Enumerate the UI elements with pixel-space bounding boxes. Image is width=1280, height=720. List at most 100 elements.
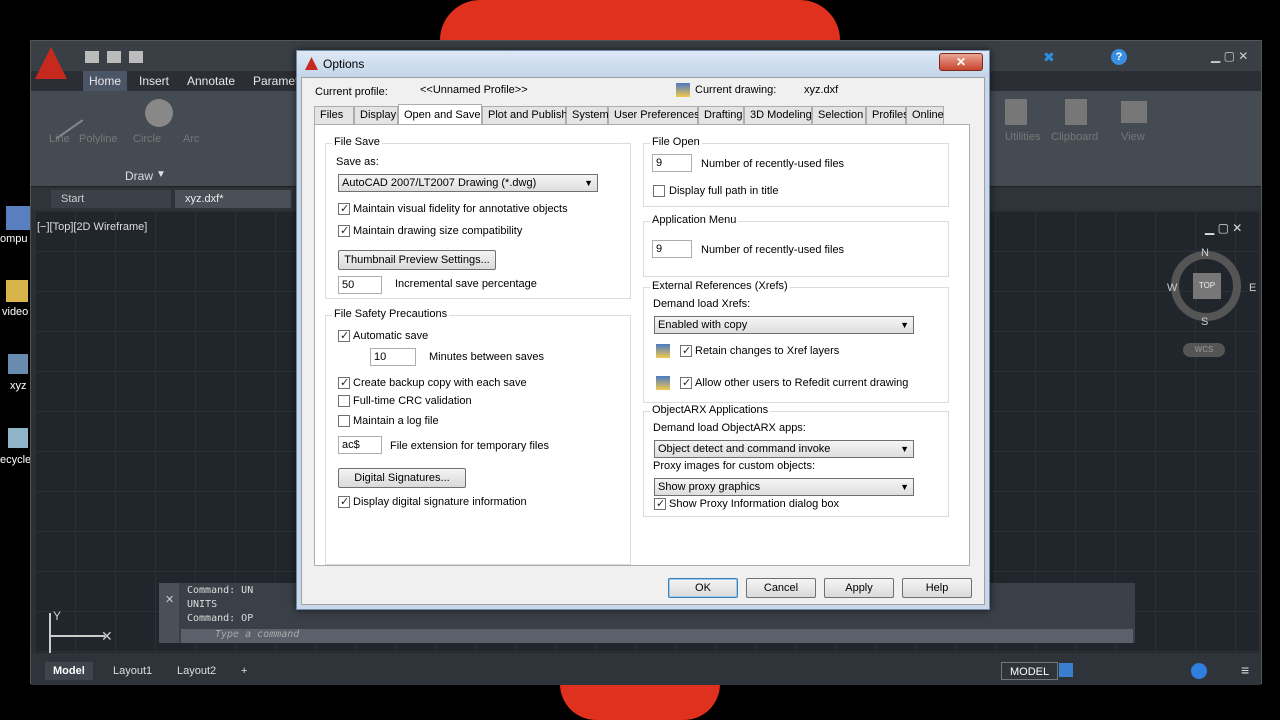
visual-fidelity-checkbox[interactable] <box>338 202 350 215</box>
tab-display[interactable]: Display <box>354 106 398 125</box>
show-proxy-dialog-checkbox[interactable] <box>654 497 666 510</box>
window-controls[interactable]: ▁ ▢ ✕ <box>1211 49 1251 65</box>
save-as-select[interactable]: AutoCAD 2007/LT2007 Drawing (*.dwg) ▼ <box>338 174 598 192</box>
backup-copy-checkbox[interactable] <box>338 376 350 389</box>
tab-drafting[interactable]: Drafting <box>698 106 744 125</box>
autocad-logo-icon[interactable] <box>35 47 67 79</box>
crc-validation-label[interactable]: Full-time CRC validation <box>353 395 472 407</box>
display-signature-label[interactable]: Display digital signature information <box>353 496 527 508</box>
tab-files[interactable]: Files <box>314 106 354 125</box>
open-file-icon[interactable] <box>107 51 121 63</box>
tab-home[interactable]: Home <box>83 71 128 91</box>
doc-tab-xyz[interactable]: xyz.dxf* <box>175 190 291 208</box>
ucs-icon-x-label: ✕ <box>101 628 113 644</box>
file-open-recent-input[interactable]: 9 <box>652 154 692 172</box>
current-drawing-label: Current drawing: <box>695 84 777 96</box>
help-button[interactable]: Help <box>902 578 972 598</box>
tab-3d-modeling[interactable]: 3D Modeling <box>744 106 812 125</box>
crc-validation-checkbox[interactable] <box>338 395 350 407</box>
view-icon[interactable] <box>1121 101 1147 123</box>
demand-load-arx-select[interactable]: Object detect and command invoke ▼ <box>654 440 914 458</box>
model-space-toggle[interactable]: MODEL <box>1001 662 1059 680</box>
panel-label-utilities: Utilities <box>1005 131 1041 143</box>
draw-panel-label[interactable]: Draw <box>125 169 153 183</box>
command-window-handle[interactable] <box>159 583 179 643</box>
clipboard-icon[interactable] <box>1065 99 1087 125</box>
file-icon[interactable] <box>8 354 28 374</box>
drawing-size-label[interactable]: Maintain drawing size compatibility <box>353 225 522 237</box>
layout-tab-model[interactable]: Model <box>45 662 93 680</box>
save-icon[interactable] <box>129 51 143 63</box>
isolate-objects-icon[interactable] <box>1191 663 1207 679</box>
chevron-down-icon: ▼ <box>900 482 909 492</box>
tab-annotate[interactable]: Annotate <box>181 71 241 91</box>
tab-profiles[interactable]: Profiles <box>866 106 909 125</box>
backup-copy-label[interactable]: Create backup copy with each save <box>353 377 527 389</box>
allow-refedit-checkbox[interactable] <box>680 376 692 389</box>
compass-north[interactable]: N <box>1201 247 1209 259</box>
customization-menu-icon[interactable]: ≡ <box>1241 662 1249 678</box>
doc-tab-start[interactable]: Start <box>51 190 171 208</box>
show-proxy-dialog-label[interactable]: Show Proxy Information dialog box <box>669 498 839 510</box>
automatic-save-checkbox[interactable] <box>338 329 350 342</box>
tab-plot-and-publish[interactable]: Plot and Publish <box>482 106 568 125</box>
full-path-label[interactable]: Display full path in title <box>669 185 778 197</box>
viewcube-top[interactable]: TOP <box>1193 273 1221 299</box>
recycle-bin-icon[interactable] <box>8 428 28 448</box>
compass-west[interactable]: W <box>1167 282 1177 294</box>
close-button[interactable]: ✕ <box>939 53 983 71</box>
grid-icon[interactable] <box>1059 663 1073 677</box>
allow-refedit-label[interactable]: Allow other users to Refedit current dra… <box>695 377 908 389</box>
tab-user-preferences[interactable]: User Preferences <box>608 106 700 125</box>
proxy-images-select[interactable]: Show proxy graphics ▼ <box>654 478 914 496</box>
log-file-checkbox[interactable] <box>338 415 350 427</box>
options-dialog: Options ✕ Current profile: <<Unnamed Pro… <box>296 50 990 610</box>
help-icon[interactable]: ? <box>1111 49 1127 65</box>
circle-tool-icon[interactable] <box>145 99 173 127</box>
automatic-save-label[interactable]: Automatic save <box>353 330 428 342</box>
log-file-label[interactable]: Maintain a log file <box>353 415 439 427</box>
layout-tab-layout1[interactable]: Layout1 <box>105 662 160 680</box>
visual-fidelity-label[interactable]: Maintain visual fidelity for annotative … <box>353 203 568 215</box>
drawing-size-checkbox[interactable] <box>338 224 350 237</box>
app-menu-recent-input[interactable]: 9 <box>652 240 692 258</box>
command-input[interactable]: Type a command <box>181 629 1133 643</box>
command-close-icon[interactable]: ✕ <box>165 593 174 606</box>
full-path-checkbox[interactable] <box>653 185 665 197</box>
compass-south[interactable]: S <box>1201 316 1208 328</box>
display-signature-checkbox[interactable] <box>338 495 350 508</box>
digital-signatures-button[interactable]: Digital Signatures... <box>338 468 466 488</box>
calculator-icon[interactable] <box>1005 99 1027 125</box>
save-as-label: Save as: <box>336 156 379 168</box>
retain-changes-label[interactable]: Retain changes to Xref layers <box>695 345 839 357</box>
minutes-between-saves-input[interactable]: 10 <box>370 348 416 366</box>
tab-system[interactable]: System <box>566 106 609 125</box>
temp-file-extension-input[interactable]: ac$ <box>338 436 382 454</box>
apply-button[interactable]: Apply <box>824 578 894 598</box>
add-layout-button[interactable]: + <box>233 662 255 680</box>
exchange-icon[interactable]: ✖ <box>1043 49 1055 66</box>
tab-open-and-save[interactable]: Open and Save <box>398 104 482 126</box>
tab-selection[interactable]: Selection <box>812 106 866 125</box>
folder-icon[interactable] <box>6 280 28 302</box>
tab-online[interactable]: Online <box>906 106 944 125</box>
cancel-button[interactable]: Cancel <box>746 578 816 598</box>
new-file-icon[interactable] <box>85 51 99 63</box>
viewport-window-controls[interactable]: ▁ ▢ ✕ <box>1205 221 1242 235</box>
demand-load-xrefs-select[interactable]: Enabled with copy ▼ <box>654 316 914 334</box>
retain-changes-checkbox[interactable] <box>680 344 692 357</box>
current-profile-value: <<Unnamed Profile>> <box>420 84 528 96</box>
tab-insert[interactable]: Insert <box>133 71 175 91</box>
computer-icon[interactable] <box>6 206 30 230</box>
panel-label-view: View <box>1121 131 1145 143</box>
layout-tab-layout2[interactable]: Layout2 <box>169 662 224 680</box>
thumbnail-preview-settings-button[interactable]: Thumbnail Preview Settings... <box>338 250 496 270</box>
chevron-down-icon[interactable]: ▼ <box>156 169 166 180</box>
wcs-menu[interactable]: WCS <box>1183 343 1225 357</box>
viewport-controls-label[interactable]: [−][Top][2D Wireframe] <box>37 221 147 233</box>
ok-button[interactable]: OK <box>668 578 738 598</box>
dialog-title-bar[interactable]: Options ✕ <box>297 51 989 77</box>
incremental-save-input[interactable]: 50 <box>338 276 382 294</box>
compass-east[interactable]: E <box>1249 282 1256 294</box>
command-history-line: UNITS <box>187 599 218 610</box>
